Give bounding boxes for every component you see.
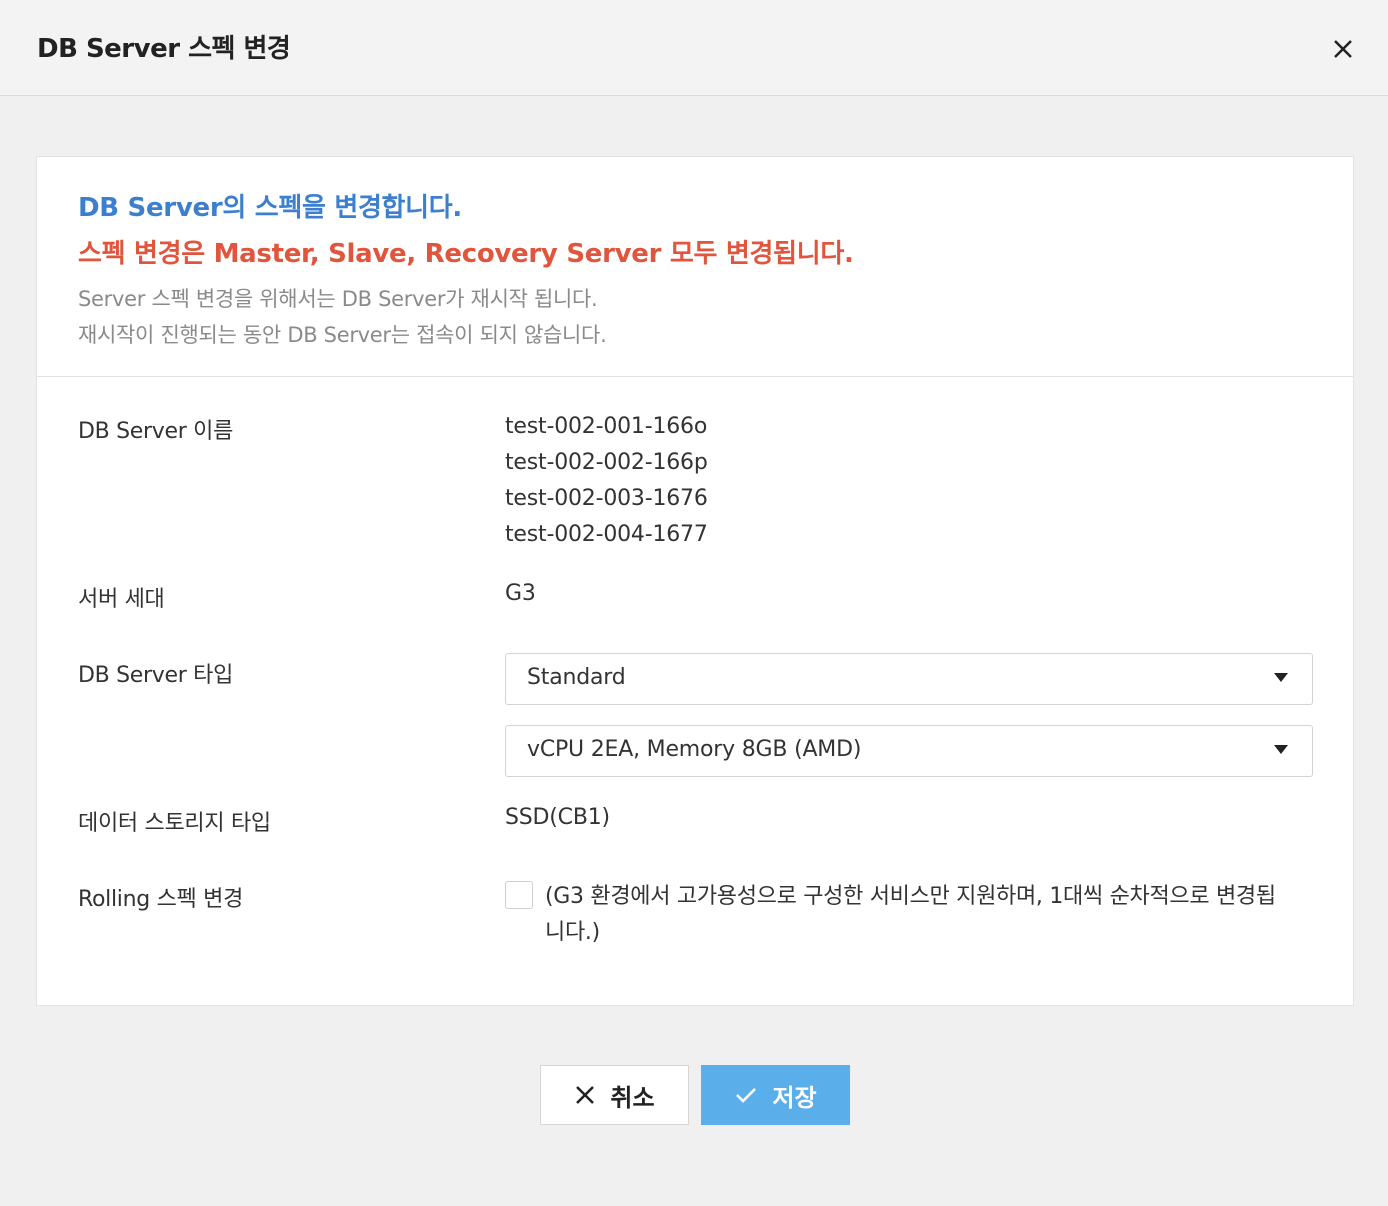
cancel-button[interactable]: 취소: [540, 1065, 689, 1125]
notice-warning: 스펙 변경은 Master, Slave, Recovery Server 모두…: [78, 239, 854, 269]
server-type-label: DB Server 타입: [78, 663, 234, 688]
notice-connection: 재시작이 진행되는 동안 DB Server는 접속이 되지 않습니다.: [78, 323, 607, 347]
check-icon: [736, 1088, 757, 1103]
save-button[interactable]: 저장: [701, 1065, 850, 1125]
server-name-item: test-002-003-1676: [505, 486, 708, 511]
server-name-item: test-002-004-1677: [505, 522, 708, 547]
spec-change-panel: DB Server의 스펙을 변경합니다. 스펙 변경은 Master, Sla…: [36, 156, 1354, 1006]
generation-value: G3: [505, 581, 536, 606]
storage-type-label: 데이터 스토리지 타입: [78, 811, 271, 836]
server-name-label: DB Server 이름: [78, 419, 234, 444]
close-button[interactable]: [1326, 32, 1360, 66]
rolling-change-description: (G3 환경에서 고가용성으로 구성한 서비스만 지원하며, 1대씩 순차적으로…: [545, 884, 1276, 945]
rolling-change-label: Rolling 스펙 변경: [78, 887, 244, 912]
server-name-item: test-002-002-166p: [505, 450, 708, 475]
server-name-list: test-002-001-166o test-002-002-166p test…: [505, 413, 708, 557]
close-icon: [1334, 40, 1352, 58]
notice-restart: Server 스펙 변경을 위해서는 DB Server가 재시작 됩니다.: [78, 287, 598, 311]
server-type-select-value: Standard: [527, 665, 626, 690]
dialog-title: DB Server 스펙 변경: [37, 34, 291, 64]
rolling-change-checkbox[interactable]: [505, 881, 533, 909]
dialog-header: DB Server 스펙 변경: [0, 0, 1388, 96]
server-spec-select-value: vCPU 2EA, Memory 8GB (AMD): [527, 737, 862, 762]
cancel-button-label: 취소: [610, 1083, 655, 1112]
server-name-item: test-002-001-166o: [505, 414, 708, 439]
notice-info: DB Server의 스펙을 변경합니다.: [78, 193, 462, 223]
chevron-down-icon: [1274, 673, 1288, 682]
close-icon: [576, 1086, 595, 1104]
server-type-select[interactable]: Standard: [505, 653, 1313, 705]
chevron-down-icon: [1274, 745, 1288, 754]
notice-section: DB Server의 스펙을 변경합니다. 스펙 변경은 Master, Sla…: [37, 157, 1353, 377]
save-button-label: 저장: [772, 1083, 817, 1112]
storage-type-value: SSD(CB1): [505, 805, 610, 830]
generation-label: 서버 세대: [78, 587, 165, 612]
server-spec-select[interactable]: vCPU 2EA, Memory 8GB (AMD): [505, 725, 1313, 777]
